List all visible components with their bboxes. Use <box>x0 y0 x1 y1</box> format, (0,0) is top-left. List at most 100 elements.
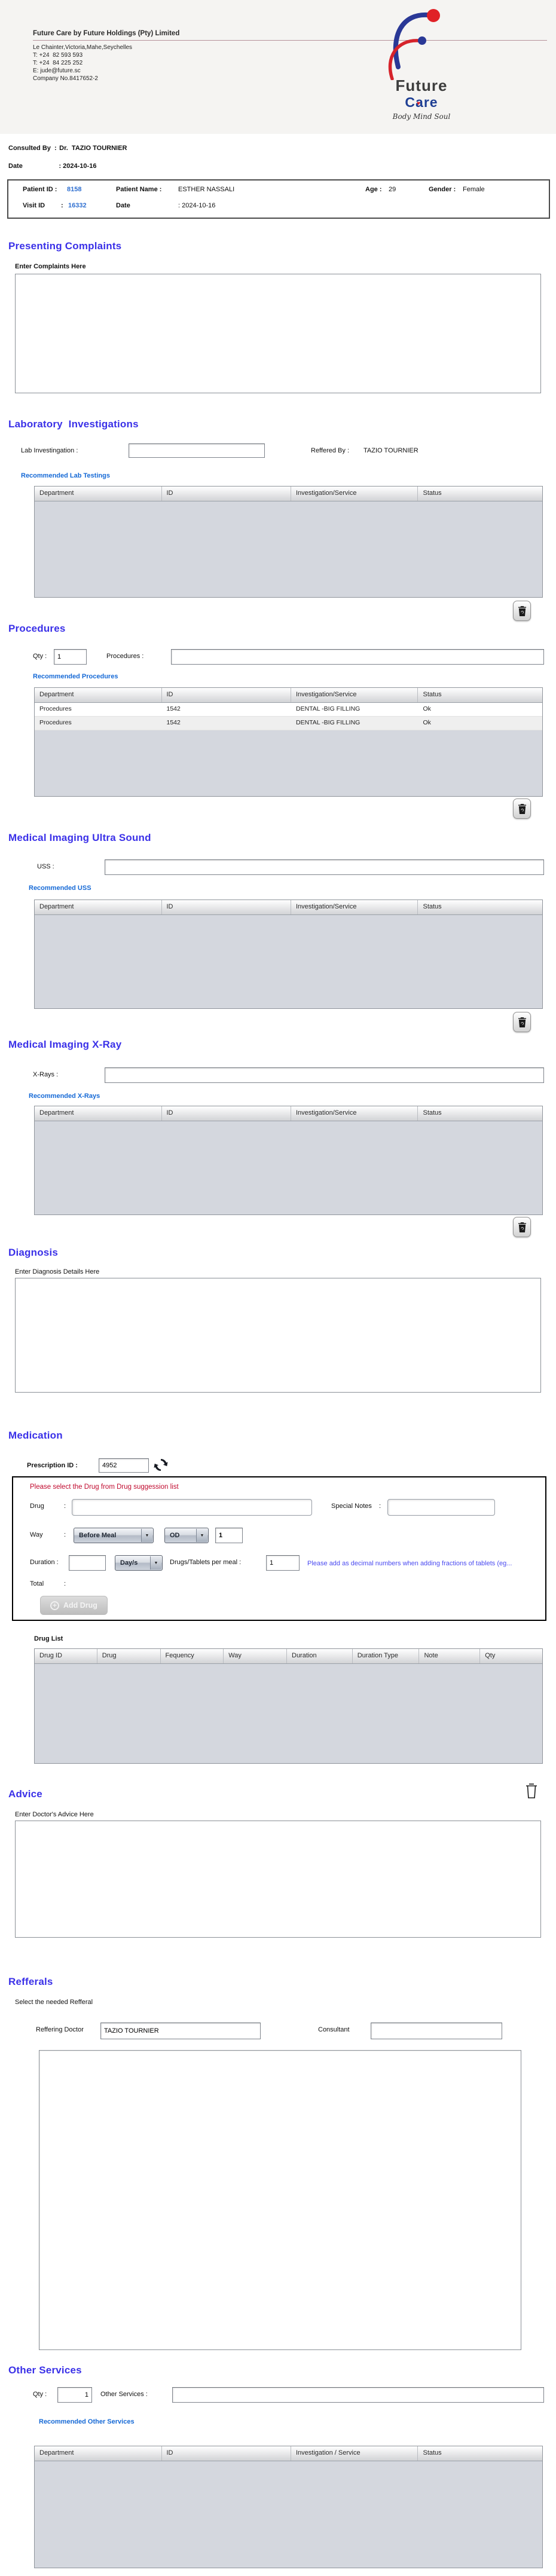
plus-icon: + <box>50 1601 59 1610</box>
per-meal-input[interactable] <box>266 1555 300 1571</box>
frequency-select[interactable]: OD ▼ <box>164 1528 209 1543</box>
column-header-department[interactable]: Department <box>35 1106 162 1121</box>
column-header-id[interactable]: ID <box>162 900 291 914</box>
column-header-note[interactable]: Note <box>419 1649 481 1663</box>
consultant-input[interactable] <box>371 2023 502 2039</box>
drug-colon: : <box>64 1503 66 1510</box>
section-title-uss: Medical Imaging Ultra Sound <box>8 832 151 843</box>
delete-xray-button[interactable] <box>513 1217 531 1237</box>
column-header-service[interactable]: Investigation/Service <box>291 1106 418 1121</box>
column-header-status[interactable]: Status <box>418 2446 542 2461</box>
complaints-textarea[interactable] <box>15 274 541 393</box>
heart-icon: ♥ <box>417 100 420 107</box>
procedures-input-label: Procedures : <box>106 653 144 660</box>
table-row[interactable]: Procedures 1542 DENTAL -BIG FILLING Ok <box>35 717 542 730</box>
column-header-status[interactable]: Status <box>418 688 542 702</box>
column-header-service[interactable]: Investigation/Service <box>291 900 418 914</box>
refresh-prescription-button[interactable] <box>152 1457 169 1474</box>
patient-info-box: Patient ID : 8158 Patient Name : ESTHER … <box>7 179 550 219</box>
duration-input[interactable] <box>69 1555 106 1571</box>
delete-procedures-button[interactable] <box>513 799 531 819</box>
lab-investigation-label: Lab Investingation : <box>21 447 78 454</box>
add-drug-button[interactable]: + Add Drug <box>40 1596 108 1615</box>
procedures-input[interactable] <box>171 649 544 665</box>
column-header-department[interactable]: Department <box>35 688 162 702</box>
lab-investigation-input[interactable] <box>129 443 265 458</box>
other-qty-input[interactable] <box>57 2387 92 2403</box>
company-phone-2: T: +24 84 225 252 <box>33 60 83 66</box>
column-header-qty[interactable]: Qty <box>480 1649 542 1663</box>
procedures-table-body <box>35 730 542 796</box>
diagnosis-textarea[interactable] <box>15 1278 541 1393</box>
other-services-label: Other Services : <box>100 2391 148 2398</box>
cell-status: Ok <box>423 719 431 726</box>
xray-input[interactable] <box>105 1067 544 1083</box>
drug-input[interactable] <box>72 1499 312 1516</box>
procedures-qty-label: Qty : <box>33 653 47 660</box>
delete-lab-button[interactable] <box>513 601 531 621</box>
section-title-complaints: Presenting Complaints <box>8 240 122 252</box>
recommended-uss-label: Recommended USS <box>29 885 91 892</box>
company-address-block: Le Chainter,Victoria,Mahe,Seychelles T: … <box>33 44 132 82</box>
column-header-status[interactable]: Status <box>418 1106 542 1121</box>
column-header-drug[interactable]: Drug <box>97 1649 161 1663</box>
future-care-logo: Future Care ♥ Body Mind Soul <box>358 5 485 131</box>
special-notes-input[interactable] <box>387 1499 495 1516</box>
logo-word-future: Future <box>395 77 448 94</box>
age-label: Age : <box>365 186 382 193</box>
drug-label: Drug <box>30 1503 44 1510</box>
cell-department: Procedures <box>39 705 72 712</box>
consulted-by-value: Dr. TAZIO TOURNIER <box>59 145 127 152</box>
column-header-id[interactable]: ID <box>162 2446 291 2461</box>
other-services-input[interactable] <box>172 2387 544 2403</box>
referrals-listbox[interactable] <box>39 2050 521 2350</box>
column-header-status[interactable]: Status <box>418 487 542 501</box>
procedures-qty-input[interactable] <box>54 649 87 665</box>
column-header-id[interactable]: ID <box>162 688 291 702</box>
duration-unit-select[interactable]: Day/s ▼ <box>115 1555 163 1571</box>
prescription-id-label: Prescription ID : <box>27 1462 78 1469</box>
column-header-department[interactable]: Department <box>35 2446 162 2461</box>
table-row[interactable]: Procedures 1542 DENTAL -BIG FILLING Ok <box>35 703 542 717</box>
patient-name-value: ESTHER NASSALI <box>178 186 235 193</box>
delete-uss-button[interactable] <box>513 1012 531 1032</box>
cell-service: DENTAL -BIG FILLING <box>295 705 361 712</box>
column-header-service[interactable]: Investigation/Service <box>291 688 418 702</box>
section-title-medication: Medication <box>8 1430 63 1441</box>
column-header-status[interactable]: Status <box>418 900 542 914</box>
xray-table: Department ID Investigation/Service Stat… <box>34 1106 543 1215</box>
column-header-id[interactable]: ID <box>162 487 291 501</box>
duration-label: Duration : <box>30 1559 59 1566</box>
total-colon: : <box>64 1580 66 1587</box>
column-header-drug-id[interactable]: Drug ID <box>35 1649 97 1663</box>
referring-doctor-input[interactable] <box>100 2023 261 2039</box>
delete-drug-list-button[interactable] <box>524 1781 539 1801</box>
prescription-id-input[interactable] <box>99 1458 149 1473</box>
xray-label: X-Rays : <box>33 1071 59 1078</box>
way-qty-input[interactable] <box>215 1528 243 1543</box>
column-header-department[interactable]: Department <box>35 900 162 914</box>
column-header-id[interactable]: ID <box>162 1106 291 1121</box>
cell-service: DENTAL -BIG FILLING <box>295 719 361 726</box>
visit-date-label: Date <box>116 202 130 209</box>
total-label: Total <box>30 1580 44 1587</box>
consulted-by-label: Consulted By : <box>8 145 57 152</box>
column-header-duration[interactable]: Duration <box>287 1649 353 1663</box>
uss-input[interactable] <box>105 859 544 875</box>
chevron-down-icon: ▼ <box>141 1529 152 1542</box>
chevron-down-icon: ▼ <box>150 1556 161 1570</box>
column-header-service[interactable]: Investigation/Service <box>291 487 418 501</box>
column-header-department[interactable]: Department <box>35 487 162 501</box>
logo-word-care: Care <box>405 94 438 110</box>
consulted-by-line: Consulted By : Dr. TAZIO TOURNIER <box>8 142 127 153</box>
referring-doctor-label: Reffering Doctor <box>36 2026 84 2033</box>
trash-icon <box>526 1783 537 1798</box>
column-header-frequency[interactable]: Fequency <box>161 1649 224 1663</box>
advice-textarea[interactable] <box>15 1821 541 1938</box>
column-header-duration-type[interactable]: Duration Type <box>353 1649 420 1663</box>
column-header-service[interactable]: Investigation / Service <box>291 2446 418 2461</box>
referred-by-value: TAZIO TOURNIER <box>363 447 418 454</box>
column-header-way[interactable]: Way <box>224 1649 287 1663</box>
drug-select-warning: Please select the Drug from Drug suggess… <box>30 1483 179 1491</box>
meal-select[interactable]: Before Meal ▼ <box>74 1528 154 1543</box>
